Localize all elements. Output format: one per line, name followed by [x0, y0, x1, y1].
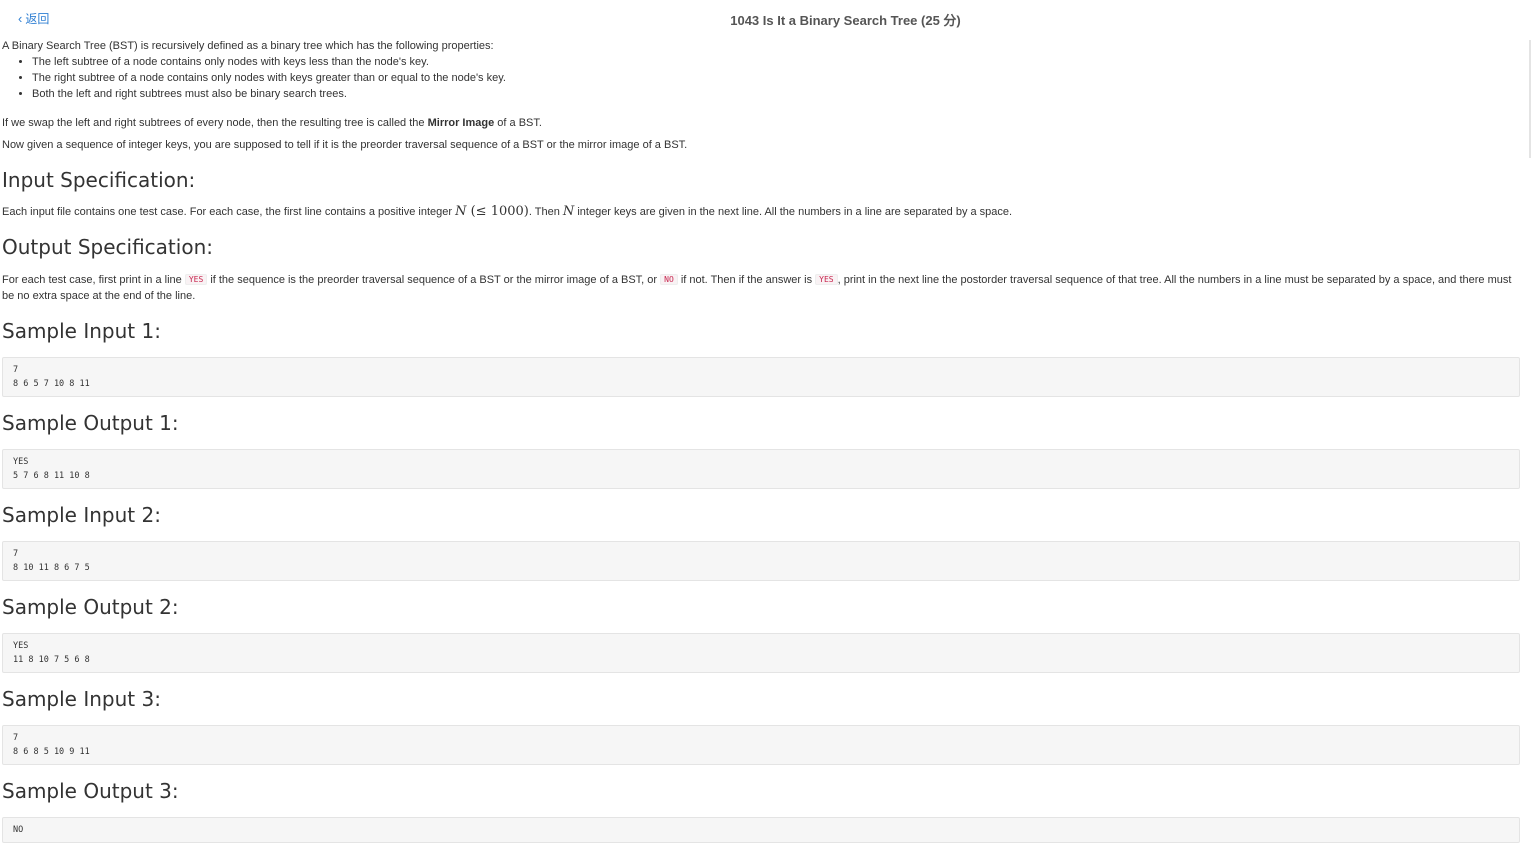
- sample-input-2-block[interactable]: 7 8 10 11 8 6 7 5: [2, 541, 1520, 581]
- list-item: The right subtree of a node contains onl…: [32, 70, 1520, 86]
- given-paragraph: Now given a sequence of integer keys, yo…: [2, 139, 688, 151]
- problem-page: ‹ 返回 1043 Is It a Binary Search Tree (25…: [0, 0, 1531, 868]
- output-spec-paragraph: For each test case, first print in a lin…: [2, 274, 1512, 302]
- sample-input-1-block[interactable]: 7 8 6 5 7 10 8 11: [2, 357, 1520, 397]
- inline-code: YES: [184, 274, 208, 285]
- math-expression: N: [562, 204, 575, 219]
- list-item: The left subtree of a node contains only…: [32, 54, 1520, 70]
- mirror-paragraph: If we swap the left and right subtrees o…: [2, 117, 542, 129]
- sample-output-3-block[interactable]: NO: [2, 817, 1520, 843]
- output-spec-heading: Output Specification:: [2, 235, 213, 259]
- sample-output-2-heading: Sample Output 2:: [2, 595, 179, 619]
- sample-output-1-heading: Sample Output 1:: [2, 411, 179, 435]
- sample-input-3-block[interactable]: 7 8 6 8 5 10 9 11: [2, 725, 1520, 765]
- math-expression: N (≤ 1000): [455, 204, 529, 219]
- mirror-image-term: Mirror Image: [427, 117, 495, 129]
- sample-output-2-block[interactable]: YES 11 8 10 7 5 6 8: [2, 633, 1520, 673]
- intro-paragraph: A Binary Search Tree (BST) is recursivel…: [2, 40, 494, 52]
- sample-output-3-heading: Sample Output 3:: [2, 779, 179, 803]
- sample-input-3-heading: Sample Input 3:: [2, 687, 161, 711]
- sample-input-2-heading: Sample Input 2:: [2, 503, 161, 527]
- problem-content: A Binary Search Tree (BST) is recursivel…: [2, 38, 1520, 843]
- top-bar: ‹ 返回 1043 Is It a Binary Search Tree (25…: [0, 0, 1531, 34]
- inline-code: NO: [660, 274, 678, 285]
- input-spec-heading: Input Specification:: [2, 168, 196, 192]
- sample-output-1-block[interactable]: YES 5 7 6 8 11 10 8: [2, 449, 1520, 489]
- rules-list: The left subtree of a node contains only…: [2, 54, 1520, 102]
- problem-title: 1043 Is It a Binary Search Tree (25 分): [730, 13, 961, 28]
- input-spec-paragraph: Each input file contains one test case. …: [2, 204, 1013, 219]
- sample-input-1-heading: Sample Input 1:: [2, 319, 161, 343]
- list-item: Both the left and right subtrees must al…: [32, 86, 1520, 102]
- inline-code: YES: [815, 274, 838, 285]
